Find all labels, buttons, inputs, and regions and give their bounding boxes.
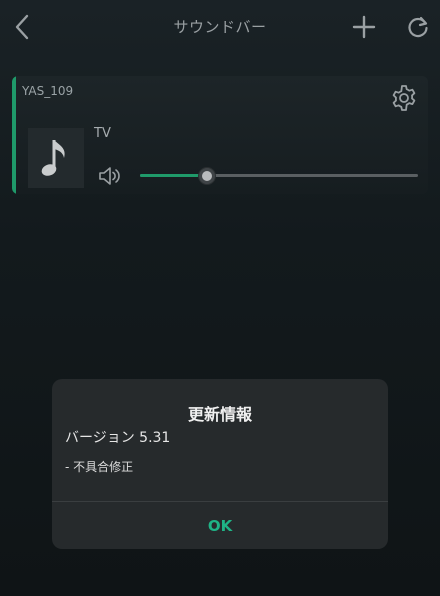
- refresh-icon: [408, 16, 428, 38]
- device-card[interactable]: YAS_109 TV: [12, 76, 428, 194]
- back-button[interactable]: [6, 10, 38, 44]
- volume-slider-thumb[interactable]: [198, 168, 215, 184]
- volume-slider-fill: [140, 174, 207, 177]
- volume-slider[interactable]: [140, 168, 418, 184]
- speaker-icon: [99, 167, 120, 185]
- album-art: [28, 128, 84, 188]
- dialog-version-text: バージョン 5.31: [65, 430, 171, 446]
- device-settings-button[interactable]: [388, 82, 420, 114]
- page-title: サウンドバー: [173, 18, 267, 36]
- ok-button[interactable]: OK: [52, 502, 388, 549]
- dialog-release-note: - 不具合修正: [65, 460, 134, 474]
- update-info-dialog: 更新情報 バージョン 5.31 - 不具合修正 OK: [52, 379, 388, 549]
- add-button[interactable]: [348, 11, 380, 43]
- dialog-title: 更新情報: [187, 405, 252, 424]
- mute-button[interactable]: [98, 164, 124, 188]
- chevron-left-icon: [15, 14, 29, 40]
- card-accent-bar: [12, 76, 16, 194]
- app-header: サウンドバー: [0, 0, 440, 56]
- music-note-icon: [41, 140, 65, 176]
- gear-icon: [392, 85, 416, 111]
- device-name: YAS_109: [22, 84, 74, 98]
- refresh-button[interactable]: [402, 11, 434, 43]
- plus-icon: [352, 15, 376, 39]
- input-source-label: TV: [94, 126, 111, 141]
